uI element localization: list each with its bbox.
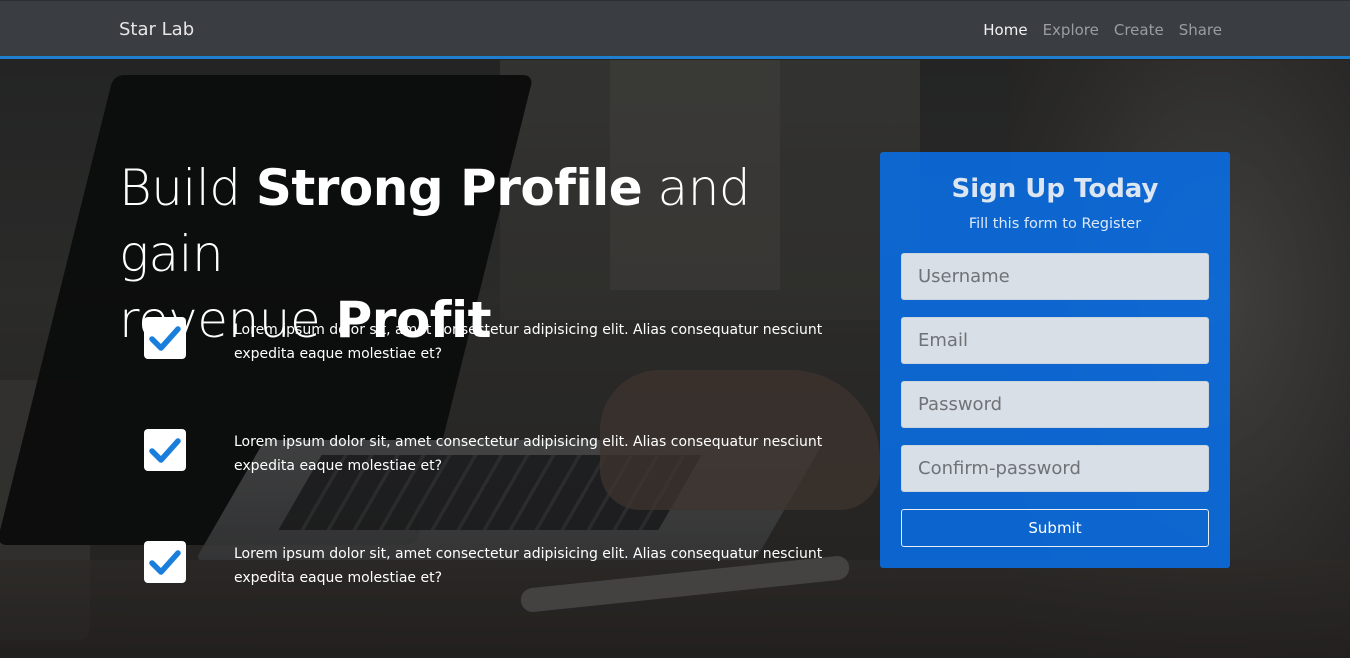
feature-text: Lorem ipsum dolor sit, amet consectetur … (234, 322, 823, 362)
nav-link-create[interactable]: Create (1114, 21, 1164, 39)
feature-text: Lorem ipsum dolor sit, amet consectetur … (234, 434, 823, 474)
signup-subtitle: Fill this form to Register (968, 216, 1142, 232)
feature-text: Lorem ipsum dolor sit, amet consectetur … (234, 546, 823, 586)
signup-title: Sign Up Today (951, 174, 1159, 204)
username-input[interactable] (901, 253, 1209, 300)
nav-link-home[interactable]: Home (983, 21, 1027, 39)
feature-item: Lorem ipsum dolor sit, amet consectetur … (144, 317, 844, 377)
feature-item: Lorem ipsum dolor sit, amet consectetur … (144, 541, 844, 601)
password-input[interactable] (901, 381, 1209, 428)
signup-form: Sign Up Today Fill this form to Register… (880, 152, 1230, 568)
submit-button[interactable]: Submit (901, 509, 1209, 547)
feature-item: Lorem ipsum dolor sit, amet consectetur … (144, 429, 844, 489)
brand-logo[interactable]: Star Lab (119, 19, 194, 40)
hero-title-text: Build (119, 159, 256, 217)
check-icon (144, 317, 186, 359)
check-icon (144, 541, 186, 583)
hero-title-strong: Strong Profile (255, 159, 643, 217)
top-navbar: Star Lab Home Explore Create Share (0, 0, 1350, 59)
nav-link-share[interactable]: Share (1179, 21, 1222, 39)
nav-link-explore[interactable]: Explore (1043, 21, 1099, 39)
check-icon (144, 429, 186, 471)
confirm-password-input[interactable] (901, 445, 1209, 492)
nav-links: Home Explore Create Share (983, 21, 1222, 39)
email-input[interactable] (901, 317, 1209, 364)
